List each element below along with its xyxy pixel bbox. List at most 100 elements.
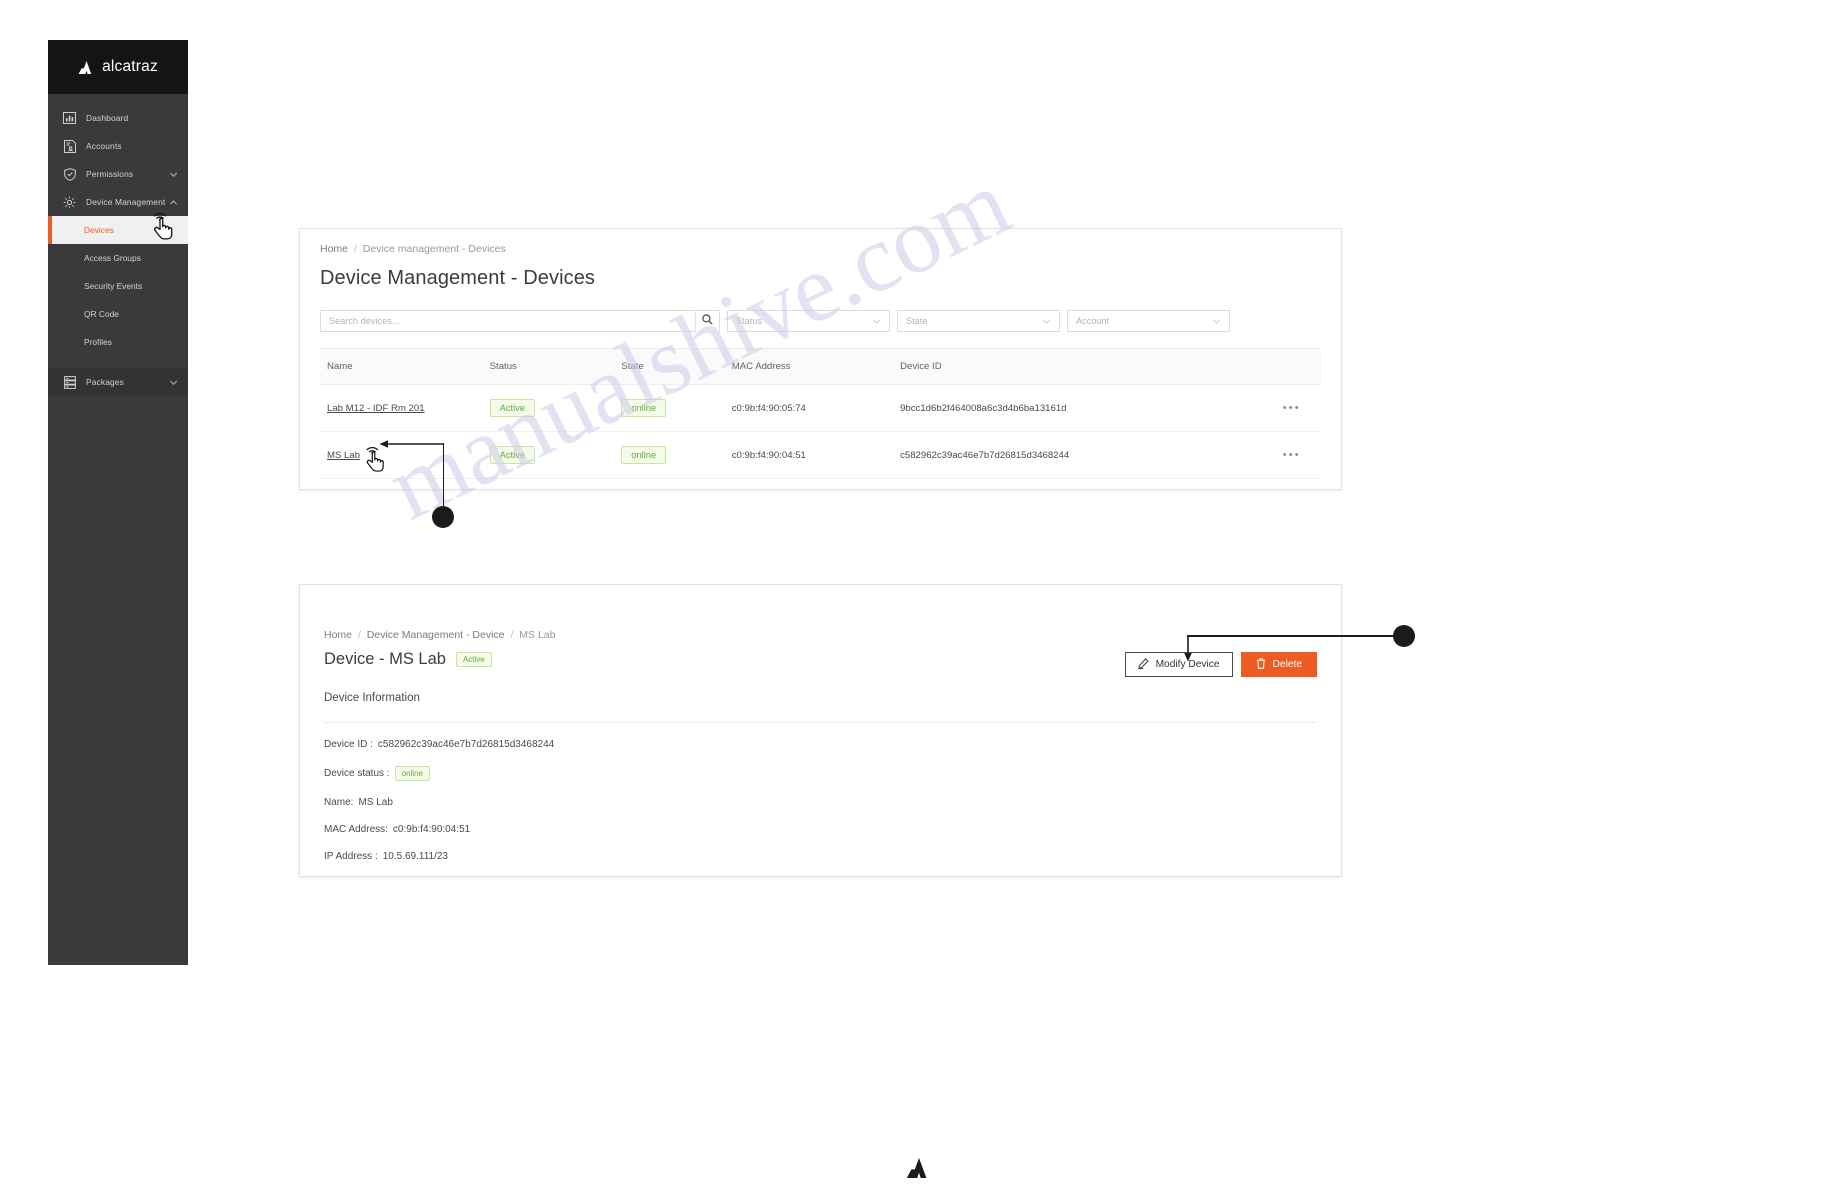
sidebar-item-security-events[interactable]: Security Events [48, 272, 188, 300]
info-row-device-status: Device status : online [324, 766, 1317, 781]
info-row-device-id: Device ID : c582962c39ac46e7b7d26815d346… [324, 739, 1317, 750]
cell-state: online [621, 384, 732, 432]
table-row[interactable]: Lab M12 - IDF Rm 201 Active online c0:9b… [320, 384, 1321, 432]
device-name-link[interactable]: Lab M12 - IDF Rm 201 [327, 403, 425, 414]
callout-arrow-buttons [1181, 635, 1195, 662]
delete-button[interactable]: Delete [1240, 652, 1317, 677]
search-field-wrapper[interactable] [320, 310, 720, 332]
sidebar-item-qr-code[interactable]: QR Code [48, 300, 188, 328]
info-row-name: Name: MS Lab [324, 797, 1317, 808]
column-header-name[interactable]: Name [320, 348, 490, 385]
page-root: manualshive.com alcatraz Dashboard Accou… [0, 0, 1836, 1188]
section-label-device-information: Device Information [324, 692, 420, 704]
sidebar-item-label: Dashboard [86, 113, 129, 123]
account-card-icon [62, 139, 77, 153]
sidebar-subitem-label: Devices [84, 225, 114, 235]
sidebar-group-packages: Packages [48, 368, 188, 396]
detail-action-buttons: Modify Device Delete [1124, 652, 1317, 677]
modify-device-button[interactable]: Modify Device [1124, 652, 1233, 677]
chevron-down-icon[interactable] [169, 170, 178, 179]
info-value: MS Lab [358, 797, 393, 808]
breadcrumb-separator: / [510, 629, 514, 641]
brand-name: alcatraz [102, 58, 158, 75]
pencil-icon [1137, 657, 1149, 672]
breadcrumb-detail: Home / Device Management - Device / MS L… [324, 629, 1317, 641]
sidebar-item-profiles[interactable]: Profiles [48, 328, 188, 356]
breadcrumb-separator: / [353, 243, 357, 255]
filter-bar: Status State Acc [320, 310, 1321, 332]
device-list-panel: Home / Device management - Devices Devic… [299, 228, 1342, 490]
breadcrumb-home[interactable]: Home [320, 243, 348, 255]
sidebar-item-access-groups[interactable]: Access Groups [48, 244, 188, 272]
column-header-mac[interactable]: MAC Address [731, 348, 901, 385]
sidebar-subitem-label: Profiles [84, 337, 112, 347]
sidebar: alcatraz Dashboard Accounts Permissions … [48, 40, 188, 965]
filter-state-label: State [906, 316, 928, 326]
breadcrumb-current: Device management - Devices [362, 243, 506, 255]
info-label: Device status : [324, 768, 390, 779]
row-more-menu-icon[interactable]: ••• [1283, 449, 1301, 461]
breadcrumb-current: MS Lab [519, 629, 556, 641]
cell-mac-address: c0:9b:f4:90:05:74 [731, 384, 901, 432]
callout-dot-buttons [1393, 625, 1415, 647]
info-row-ip-address: IP Address : 10.5.69.111/23 [324, 851, 1317, 862]
chevron-down-icon[interactable] [169, 378, 178, 387]
hand-cursor-icon-sidebar [150, 212, 178, 242]
gear-icon [62, 195, 77, 209]
search-input[interactable] [321, 316, 695, 326]
callout-line-buttons [1187, 635, 1395, 637]
info-value: c582962c39ac46e7b7d26815d3468244 [377, 739, 555, 750]
sidebar-item-packages[interactable]: Packages [48, 368, 188, 396]
bar-chart-icon [62, 111, 77, 125]
sidebar-subitem-label: Security Events [84, 281, 143, 291]
search-button[interactable] [695, 310, 719, 332]
column-header-device-id[interactable]: Device ID [900, 348, 1263, 385]
row-more-menu-icon[interactable]: ••• [1283, 402, 1301, 414]
chevron-down-icon [1042, 317, 1051, 326]
sidebar-nav: Dashboard Accounts Permissions Device Ma… [48, 94, 188, 396]
devices-table-body: Lab M12 - IDF Rm 201 Active online c0:9b… [320, 384, 1321, 479]
devices-table: Name Status State MAC Address Device ID … [320, 348, 1321, 479]
breadcrumb-device-management[interactable]: Device Management - Device [367, 629, 505, 641]
alcatraz-a-mark-icon [78, 60, 95, 74]
callout-dot-row [432, 506, 454, 528]
sidebar-item-accounts[interactable]: Accounts [48, 132, 188, 160]
page-title: Device Management - Devices [320, 267, 596, 289]
search-icon [702, 312, 713, 330]
table-row[interactable]: MS Lab Active online c0:9b:f4:90:04:51 c… [320, 431, 1321, 479]
sidebar-subitem-label: QR Code [84, 309, 119, 319]
page-title-detail: Device - MS Lab [324, 650, 446, 668]
table-header-row: Name Status State MAC Address Device ID [320, 348, 1321, 385]
devices-table-header: Name Status State MAC Address Device ID [320, 348, 1321, 385]
trash-icon [1256, 657, 1266, 672]
cell-device-id: c582962c39ac46e7b7d26815d3468244 [900, 431, 1263, 479]
sidebar-item-label: Accounts [86, 141, 122, 151]
sidebar-item-permissions[interactable]: Permissions [48, 160, 188, 188]
column-header-actions [1262, 348, 1321, 385]
sidebar-item-dashboard[interactable]: Dashboard [48, 104, 188, 132]
column-header-state[interactable]: State [621, 348, 732, 385]
device-information-list: Device ID : c582962c39ac46e7b7d26815d346… [324, 739, 1317, 862]
info-label: Device ID : [324, 739, 373, 750]
divider [324, 722, 1317, 723]
filter-status-select[interactable]: Status [727, 310, 890, 332]
shield-check-icon [62, 167, 77, 181]
hand-cursor-icon-row [363, 446, 389, 474]
device-name-link[interactable]: MS Lab [327, 450, 360, 461]
chevron-up-icon[interactable] [169, 198, 178, 207]
filter-state-select[interactable]: State [897, 310, 1060, 332]
column-header-status[interactable]: Status [489, 348, 622, 385]
breadcrumb-list: Home / Device management - Devices [320, 243, 1321, 255]
filter-account-label: Account [1076, 316, 1110, 326]
device-status-badge: online [394, 766, 430, 781]
sidebar-subitem-label: Access Groups [84, 253, 141, 263]
filter-status-label: Status [736, 316, 763, 326]
brand-logo[interactable]: alcatraz [48, 40, 188, 94]
filter-account-select[interactable]: Account [1067, 310, 1230, 332]
cell-actions: ••• [1262, 384, 1321, 432]
sidebar-item-label: Packages [86, 377, 124, 387]
info-label: MAC Address: [324, 824, 388, 835]
breadcrumb-home[interactable]: Home [324, 629, 352, 641]
cell-state: online [621, 431, 732, 479]
info-row-mac-address: MAC Address: c0:9b:f4:90:04:51 [324, 824, 1317, 835]
